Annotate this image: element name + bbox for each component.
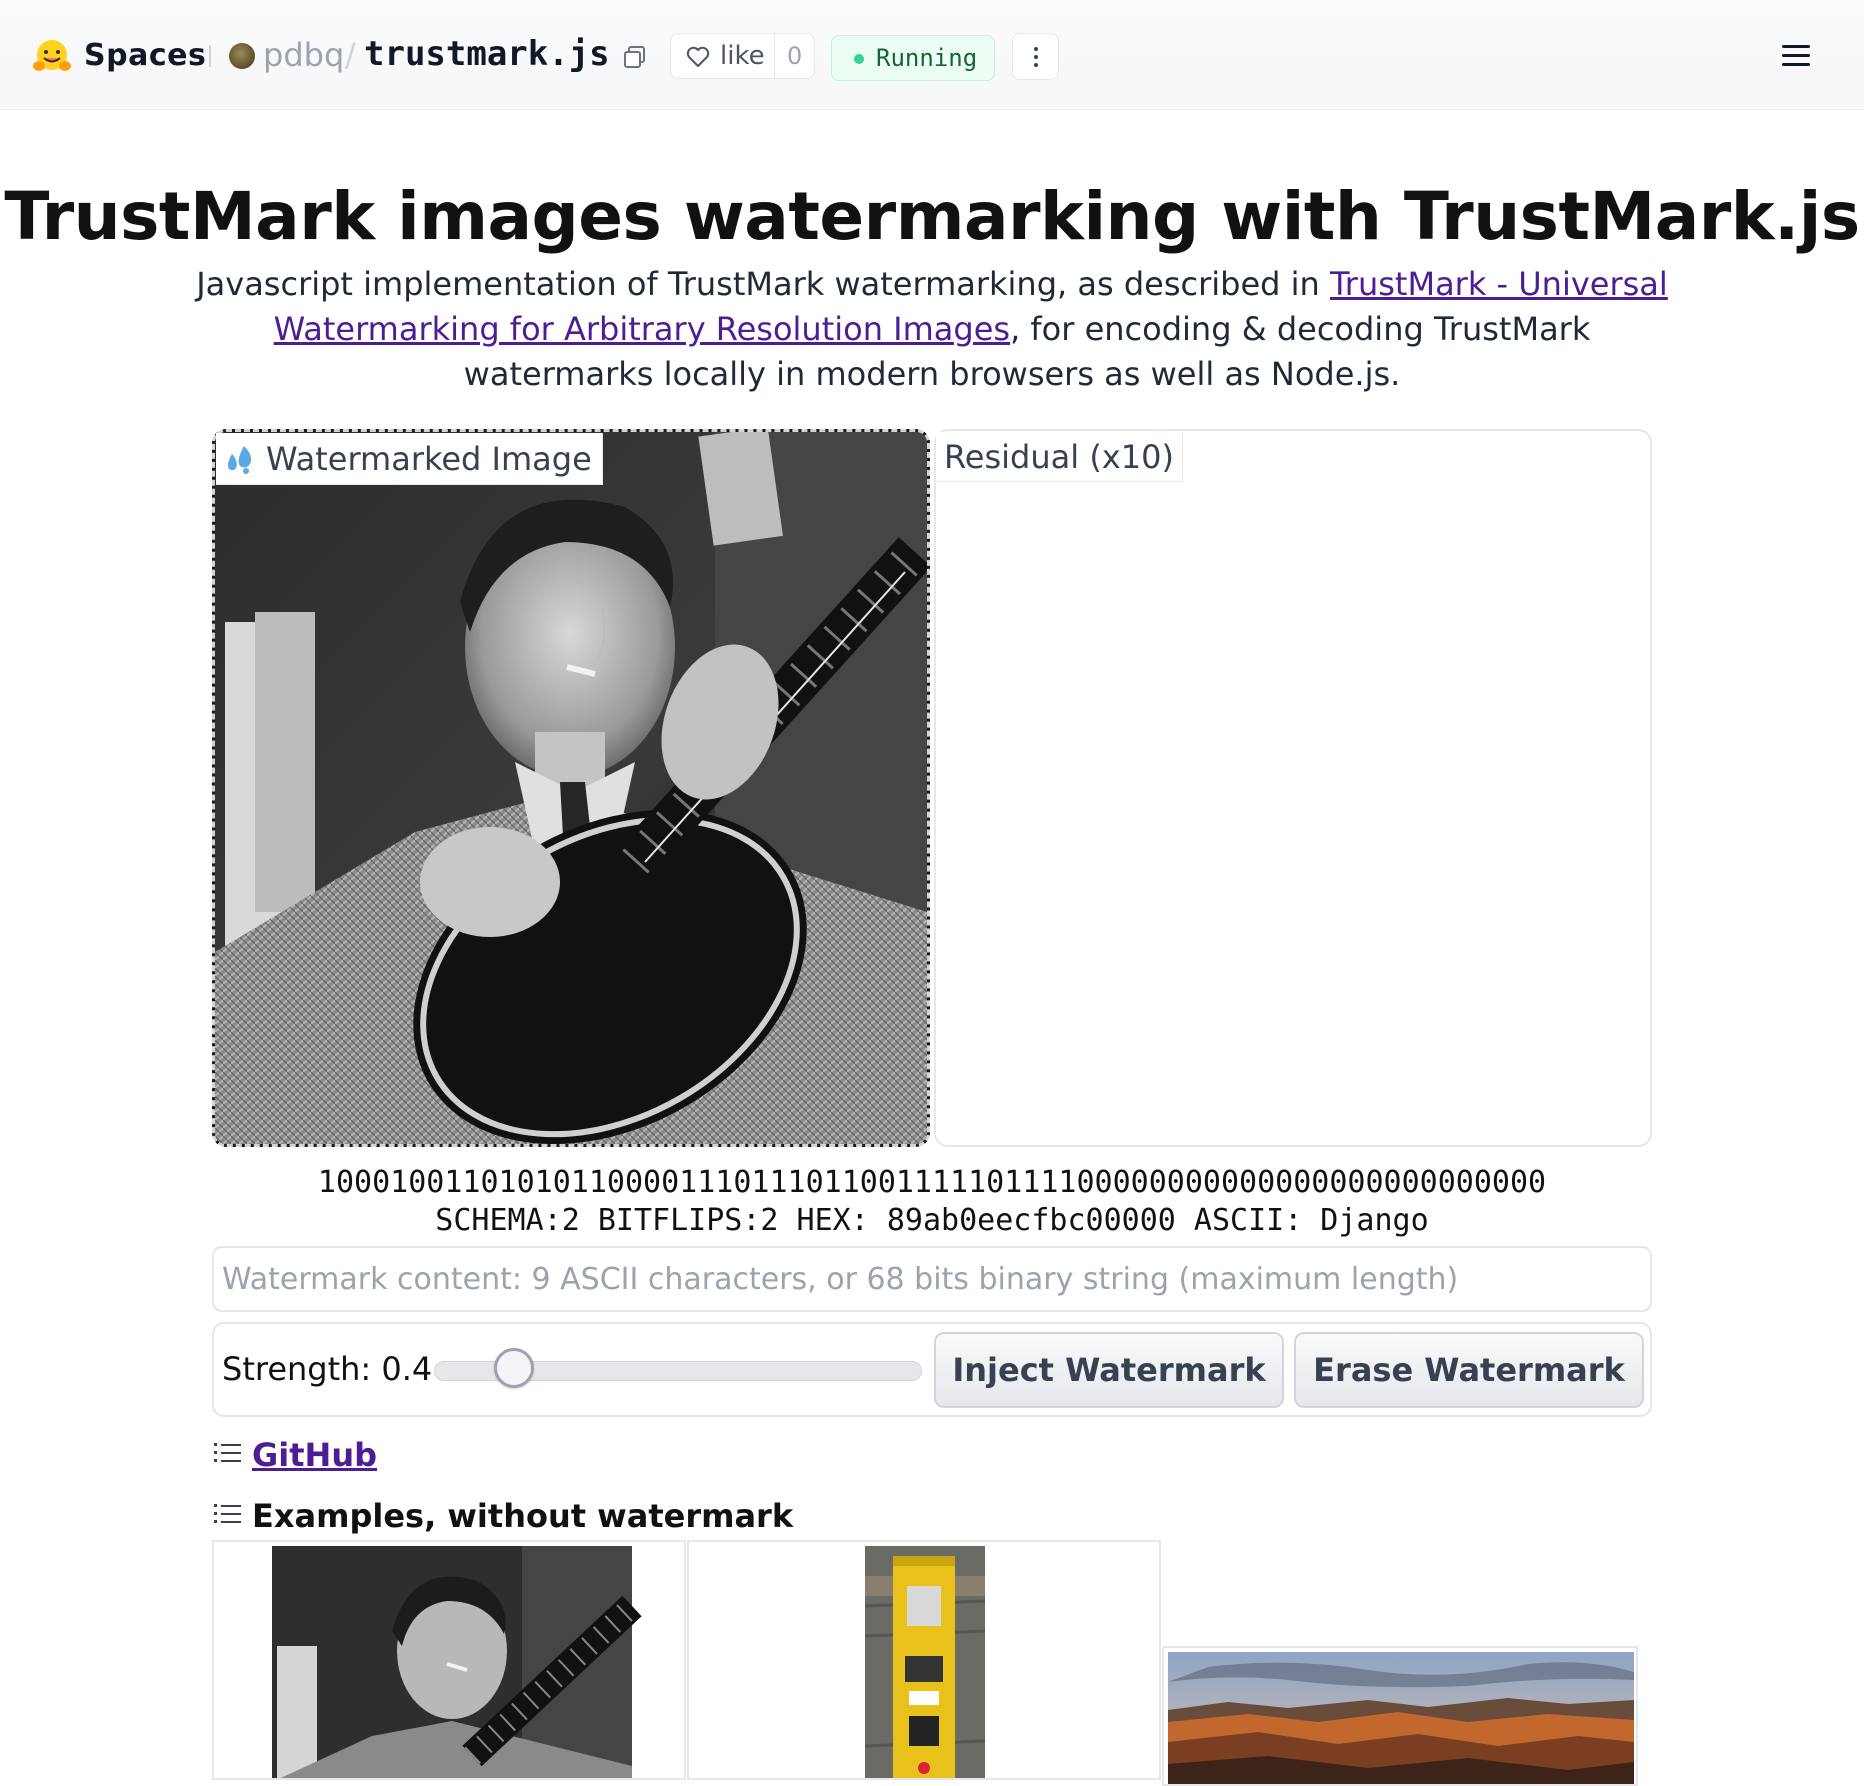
like-divider	[774, 34, 775, 78]
owner-avatar[interactable]	[229, 43, 255, 69]
like-button[interactable]: like 0	[670, 33, 815, 79]
watermarked-image-text: Watermarked Image	[266, 439, 592, 478]
like-count[interactable]: 0	[787, 42, 802, 70]
example-guitarist-image	[214, 1542, 684, 1778]
owner-link[interactable]: pdbq	[263, 36, 344, 74]
intro-paragraph: Javascript implementation of TrustMark w…	[190, 262, 1674, 397]
decoded-bits: 1000100110101011000011101110110011111011…	[317, 1165, 1547, 1200]
status-label: Running	[876, 44, 978, 72]
hugging-face-logo[interactable]	[32, 38, 72, 74]
example-canyon-thumbnail[interactable]	[1162, 1646, 1638, 1786]
like-label: like	[720, 41, 765, 71]
residual-image-label: Residual (x10)	[936, 432, 1183, 482]
example-railway-thumbnail[interactable]	[687, 1540, 1161, 1780]
strength-slider-thumb[interactable]	[493, 1348, 534, 1388]
watermark-content-input[interactable]	[212, 1246, 1652, 1312]
hamburger-line	[1782, 54, 1810, 57]
intro-text-prefix: Javascript implementation of TrustMark w…	[196, 265, 1330, 303]
watermarked-image-dropzone[interactable]	[212, 429, 930, 1147]
top-navbar: Spaces pdbq / trustmark.js like 0 Runnin…	[0, 0, 1864, 110]
copy-icon[interactable]	[622, 44, 648, 70]
header-divider	[209, 45, 211, 67]
kebab-menu-icon	[1034, 47, 1038, 51]
path-separator: /	[345, 36, 356, 74]
examples-heading: Examples, without watermark	[252, 1497, 794, 1535]
example-railway-image	[689, 1542, 1159, 1778]
guitarist-photo	[215, 432, 927, 1144]
strength-label: Strength: 0.4	[222, 1350, 433, 1388]
example-guitarist-thumbnail[interactable]	[212, 1540, 686, 1780]
kebab-dot	[1034, 63, 1038, 67]
list-icon	[214, 1504, 241, 1523]
decode-output: 1000100110101011000011101110110011111011…	[0, 1164, 1864, 1240]
github-link[interactable]: GitHub	[252, 1436, 377, 1474]
example-canyon-image	[1164, 1648, 1636, 1784]
droplets-icon	[228, 445, 252, 474]
hamburger-menu-icon[interactable]	[1782, 44, 1812, 68]
watermarked-image-label: Watermarked Image	[216, 433, 603, 485]
residual-image-panel	[934, 429, 1652, 1147]
heart-icon	[686, 46, 710, 67]
erase-watermark-button[interactable]: Erase Watermark	[1294, 1332, 1644, 1408]
hamburger-line	[1782, 45, 1810, 48]
spaces-link[interactable]: Spaces	[84, 38, 206, 73]
inject-watermark-button[interactable]: Inject Watermark	[934, 1332, 1284, 1408]
status-dot-icon	[854, 54, 864, 64]
kebab-dot	[1034, 55, 1038, 59]
controls-row: Strength: 0.4 Inject Watermark Erase Wat…	[212, 1322, 1652, 1417]
hamburger-line	[1782, 63, 1810, 66]
more-options-button[interactable]	[1012, 33, 1059, 80]
status-badge[interactable]: Running	[831, 35, 995, 81]
decoded-info: SCHEMA:2 BITFLIPS:2 HEX: 89ab0eecfbc0000…	[435, 1203, 1429, 1238]
list-icon	[214, 1443, 241, 1462]
page-title: TrustMark images watermarking with Trust…	[4, 178, 1860, 255]
repo-link[interactable]: trustmark.js	[364, 34, 610, 74]
